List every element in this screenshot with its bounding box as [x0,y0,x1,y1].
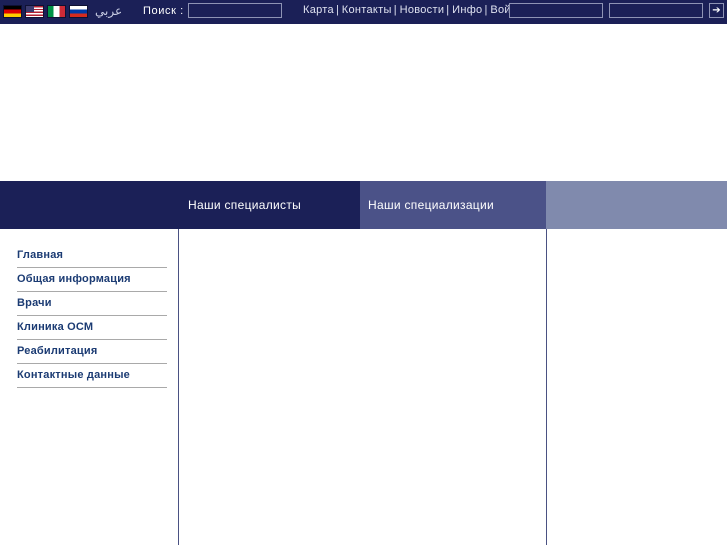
sidebar-item-label: Клиника ОСМ [17,321,94,333]
sidebar-item-label: Реабилитация [17,345,98,357]
top-nav-link-map[interactable]: Карта [303,4,334,16]
tab-bar-filler [546,181,727,229]
flag-it-icon[interactable] [47,4,66,18]
tab-label: Наши специалисты [188,198,302,212]
tab-bar: Наши специалисты Наши специализации [0,181,727,229]
flag-ru-icon[interactable] [69,4,88,18]
language-switcher: عربي [3,4,122,18]
tab-our-specialists[interactable]: Наши специалисты [0,181,360,229]
sidebar-item-general-info[interactable]: Общая информация [17,268,167,292]
nav-separator: | [446,4,450,16]
sidebar-item-label: Общая информация [17,273,131,285]
sidebar: Главная Общая информация Врачи Клиника О… [0,229,179,545]
sidebar-item-label: Врачи [17,297,52,309]
search-label: Поиск : [143,4,184,17]
nav-separator: | [335,4,339,16]
sidebar-item-label: Главная [17,249,64,261]
login-submit-arrow-icon[interactable]: ➔ [709,3,724,18]
flag-us-icon[interactable] [25,4,44,18]
top-nav-link-info[interactable]: Инфо [452,4,482,16]
top-nav-link-contacts[interactable]: Контакты [342,4,392,16]
search-block: Поиск : [143,3,282,18]
sidebar-item-contact-details[interactable]: Контактные данные [17,364,167,388]
tab-our-specializations[interactable]: Наши специализации [360,181,546,229]
top-bar: عربي Поиск : Карта | Контакты | Новости … [0,0,727,24]
content-column [179,229,547,545]
sidebar-item-clinic-ocm[interactable]: Клиника ОСМ [17,316,167,340]
nav-separator: | [393,4,397,16]
main-area: Главная Общая информация Врачи Клиника О… [0,229,727,545]
search-input[interactable] [187,3,282,18]
language-link-arabic[interactable]: عربي [95,4,122,18]
top-nav-link-news[interactable]: Новости [400,4,445,16]
login-block: ➔ [509,3,724,18]
sidebar-item-doctors[interactable]: Врачи [17,292,167,316]
right-column [547,229,727,545]
login-password-input[interactable] [609,3,703,18]
tab-label: Наши специализации [368,198,494,212]
login-username-input[interactable] [509,3,603,18]
sidebar-item-home[interactable]: Главная [17,244,167,268]
top-navigation: Карта | Контакты | Новости | Инфо | Войт… [303,4,523,16]
sidebar-item-rehabilitation[interactable]: Реабилитация [17,340,167,364]
flag-de-icon[interactable] [3,4,22,18]
nav-separator: | [484,4,488,16]
sidebar-menu: Главная Общая информация Врачи Клиника О… [17,244,167,388]
banner-area [0,24,727,181]
sidebar-item-label: Контактные данные [17,369,130,381]
